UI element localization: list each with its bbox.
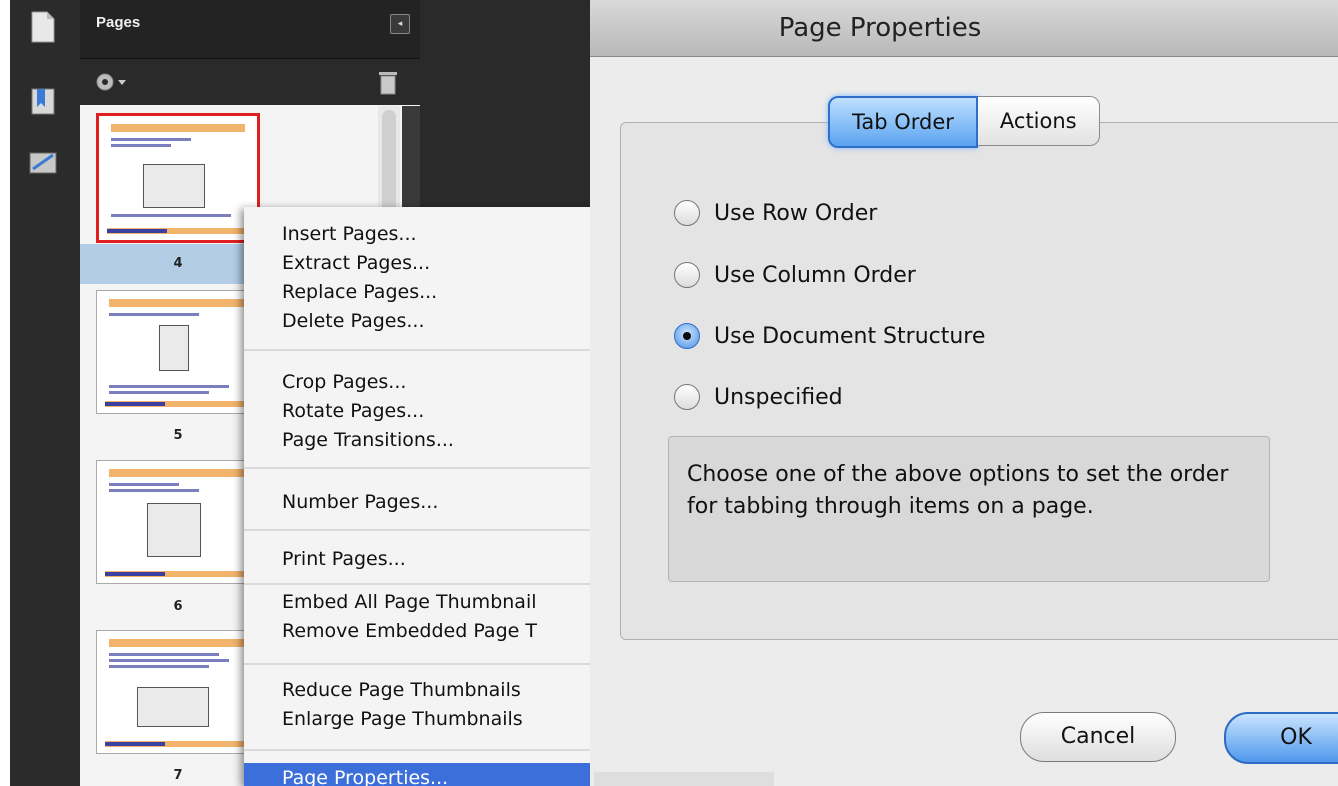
dialog-titlebar: Page Properties [590, 0, 1338, 57]
menu-item-remove-embedded-thumbnails[interactable]: Remove Embedded Page T [282, 620, 537, 642]
app-window: Pages ◂ 4 5 6 7 Insert Pages... Extract … [10, 0, 1338, 786]
menu-item-reduce-thumbnails[interactable]: Reduce Page Thumbnails [282, 679, 521, 701]
signatures-icon[interactable] [24, 144, 62, 182]
collapse-panel-button[interactable]: ◂ [390, 14, 410, 34]
tab-actions[interactable]: Actions [977, 96, 1100, 146]
delete-trash-icon[interactable] [378, 69, 398, 99]
option-label: Use Row Order [714, 200, 878, 226]
status-strip [594, 772, 774, 786]
help-text-box: Choose one of the above options to set t… [668, 436, 1270, 582]
radio-button[interactable] [674, 384, 700, 410]
pages-panel-title: Pages [96, 14, 141, 31]
menu-item-page-transitions[interactable]: Page Transitions... [282, 429, 454, 451]
tab-bar: Tab Order Actions [828, 96, 1100, 148]
option-document-structure[interactable]: Use Document Structure [674, 323, 985, 349]
option-row-order[interactable]: Use Row Order [674, 200, 877, 226]
pages-panel-toolbar [80, 59, 420, 105]
bookmarks-icon[interactable] [24, 82, 62, 120]
menu-item-enlarge-thumbnails[interactable]: Enlarge Page Thumbnails [282, 708, 523, 730]
page-number-label: 5 [173, 428, 183, 443]
menu-separator [244, 529, 604, 531]
cancel-button[interactable]: Cancel [1020, 712, 1176, 762]
menu-separator [244, 467, 604, 469]
menu-item-insert-pages[interactable]: Insert Pages... [282, 223, 417, 245]
menu-item-number-pages[interactable]: Number Pages... [282, 491, 438, 513]
pages-panel-header: Pages ◂ [80, 0, 420, 59]
ok-button[interactable]: OK [1224, 712, 1338, 764]
page-properties-dialog: Page Properties Tab Order Actions Use Ro… [590, 0, 1338, 786]
page-thumbnail[interactable] [96, 630, 260, 754]
page-thumbnails-icon[interactable] [24, 8, 62, 46]
tab-tab-order[interactable]: Tab Order [828, 96, 978, 148]
menu-separator [244, 749, 604, 751]
menu-item-page-properties-label: Page Properties... [282, 767, 449, 786]
option-label: Use Column Order [714, 262, 916, 288]
navigation-toolstrip [10, 0, 81, 786]
menu-item-replace-pages[interactable]: Replace Pages... [282, 281, 437, 303]
menu-item-embed-thumbnails[interactable]: Embed All Page Thumbnail [282, 591, 537, 613]
page-number-label: 4 [173, 256, 183, 271]
page-number-label: 7 [173, 768, 183, 783]
page-thumbnail[interactable] [96, 460, 260, 584]
menu-item-delete-pages[interactable]: Delete Pages... [282, 310, 424, 332]
page-number-label: 6 [173, 599, 183, 614]
menu-separator [244, 349, 604, 351]
menu-item-print-pages[interactable]: Print Pages... [282, 548, 406, 570]
menu-item-page-properties[interactable]: Page Properties... [244, 763, 604, 786]
option-label: Use Document Structure [714, 323, 986, 349]
radio-button[interactable] [674, 262, 700, 288]
option-unspecified[interactable]: Unspecified [674, 384, 843, 410]
option-column-order[interactable]: Use Column Order [674, 262, 916, 288]
menu-item-crop-pages[interactable]: Crop Pages... [282, 371, 406, 393]
menu-item-extract-pages[interactable]: Extract Pages... [282, 252, 430, 274]
option-label: Unspecified [714, 384, 843, 410]
menu-separator [244, 663, 604, 665]
pages-context-menu: Insert Pages... Extract Pages... Replace… [244, 207, 604, 786]
options-gear-icon[interactable] [94, 69, 144, 95]
menu-item-rotate-pages[interactable]: Rotate Pages... [282, 400, 424, 422]
page-thumbnail[interactable] [96, 113, 260, 243]
help-text: Choose one of the above options to set t… [687, 462, 1229, 519]
radio-button-selected[interactable] [674, 323, 700, 349]
menu-separator [244, 583, 604, 585]
page-thumbnail[interactable] [96, 290, 260, 414]
dialog-title: Page Properties [778, 13, 982, 43]
radio-button[interactable] [674, 200, 700, 226]
